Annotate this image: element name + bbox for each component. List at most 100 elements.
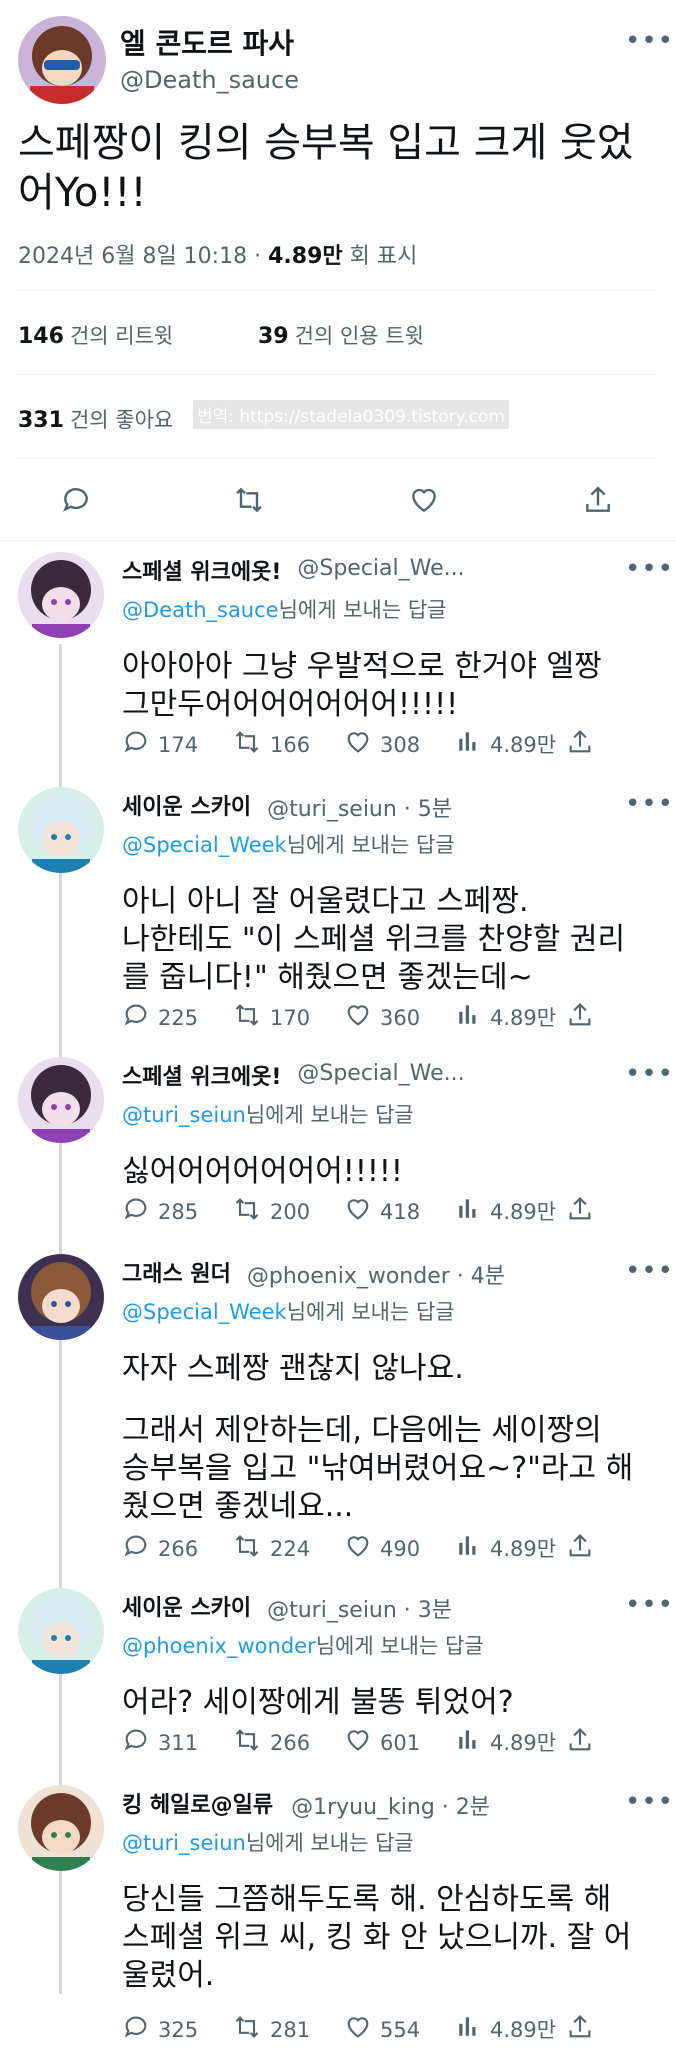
divider xyxy=(18,374,658,375)
avatar[interactable] xyxy=(18,552,104,638)
more-icon[interactable]: ••• xyxy=(625,1590,674,1620)
avatar[interactable] xyxy=(18,16,106,104)
like-count-button[interactable]: 360 xyxy=(344,1001,420,1034)
share-button[interactable] xyxy=(566,1532,602,1565)
display-name[interactable]: 킹 헤일로@일류 xyxy=(122,1787,273,1819)
share-button[interactable] xyxy=(566,728,602,761)
like-count-button[interactable]: 490 xyxy=(344,1532,420,1565)
quotes-stat[interactable]: 39 건의 인용 트윗 xyxy=(258,320,424,350)
views-count-button[interactable]: 4.89만 xyxy=(456,2013,556,2044)
views-count-button[interactable]: 4.89만 xyxy=(456,728,556,759)
reply-count-button[interactable]: 266 xyxy=(122,1532,198,1565)
tweet-text-line: 어Yo!!! xyxy=(18,170,147,216)
reply-to-handle[interactable]: @turi_seiun xyxy=(122,1831,246,1855)
more-icon[interactable]: ••• xyxy=(625,554,674,584)
more-icon[interactable]: ••• xyxy=(625,1787,674,1817)
retweet-icon xyxy=(232,1195,270,1228)
retweet-count: 224 xyxy=(270,1536,311,1561)
more-icon[interactable]: ••• xyxy=(625,1256,674,1286)
retweet-icon xyxy=(232,2013,270,2046)
reply-tweet[interactable]: 스페셜 위크에옷! @Special_We... ••• @Death_sauce님에… xyxy=(0,552,676,792)
handle[interactable]: @turi_seiun · 5분 xyxy=(267,791,452,823)
handle[interactable]: @1ryuu_king · 2분 xyxy=(291,1789,490,1821)
avatar[interactable] xyxy=(18,787,104,873)
retweet-icon xyxy=(232,1001,270,1034)
like-count-button[interactable]: 308 xyxy=(344,728,420,761)
reply-text: 아니 아니 잘 어울렸다고 스페짱. 나한테도 "이 스페셜 위크를 찬양할 권리… xyxy=(122,883,652,997)
views-icon xyxy=(456,1001,490,1032)
retweet-count: 170 xyxy=(270,1005,311,1030)
handle[interactable]: @turi_seiun · 3분 xyxy=(267,1592,452,1624)
retweet-count-button[interactable]: 166 xyxy=(232,728,310,761)
share-icon xyxy=(566,1195,602,1228)
reply-to-handle[interactable]: @turi_seiun xyxy=(122,1103,246,1127)
more-icon[interactable]: ••• xyxy=(625,789,674,819)
avatar[interactable] xyxy=(18,1254,104,1340)
reply-to-suffix: 님에게 보내는 답글 xyxy=(286,1300,455,1324)
handle[interactable]: @Special_We... xyxy=(297,1061,464,1086)
reply-icon xyxy=(122,2013,158,2046)
share-button[interactable] xyxy=(566,1726,602,1759)
share-button[interactable] xyxy=(566,1195,602,1228)
display-name[interactable]: 세이운 스카이 xyxy=(122,1590,251,1622)
display-name[interactable]: 엘 콘도르 파사 xyxy=(120,22,294,62)
share-button[interactable] xyxy=(566,1001,602,1034)
handle[interactable]: @Death_sauce xyxy=(120,66,299,94)
reply-text-line: 어라? 세이짱에게 불똥 튀었어? xyxy=(122,1685,514,1720)
reply-count-button[interactable]: 285 xyxy=(122,1195,198,1228)
divider xyxy=(0,540,676,541)
views-count-button[interactable]: 4.89만 xyxy=(456,1726,556,1757)
reply-icon[interactable] xyxy=(60,484,92,520)
display-name[interactable]: 그래스 원더 xyxy=(122,1256,231,1288)
display-name[interactable]: 스페셜 위크에옷! xyxy=(122,554,281,586)
display-name[interactable]: 세이운 스카이 xyxy=(122,789,251,821)
reply-count: 311 xyxy=(158,1730,199,1755)
heart-icon xyxy=(344,728,380,761)
divider xyxy=(18,458,658,459)
reply-tweet[interactable]: 그래스 원더 @phoenix_wonder · 4분 ••• @Special_We… xyxy=(0,1254,676,1561)
reply-tweet[interactable]: 킹 헤일로@일류 @1ryuu_king · 2분 ••• @turi_seiun님에… xyxy=(0,1785,676,2042)
avatar[interactable] xyxy=(18,1785,104,1871)
retweet-count-button[interactable]: 266 xyxy=(232,1726,310,1759)
retweet-count-button[interactable]: 200 xyxy=(232,1195,310,1228)
tweet-date[interactable]: 2024년 6월 8일 10:18 xyxy=(18,244,247,269)
reply-text-line: 줬으면 좋겠네요... xyxy=(122,1489,354,1524)
more-icon[interactable]: ••• xyxy=(625,1059,674,1089)
reply-count-button[interactable]: 311 xyxy=(122,1726,198,1759)
like-count-button[interactable]: 418 xyxy=(344,1195,420,1228)
share-icon xyxy=(566,1001,602,1034)
share-button[interactable] xyxy=(566,2013,602,2046)
display-name[interactable]: 스페셜 위크에옷! xyxy=(122,1059,281,1091)
like-count: 308 xyxy=(380,732,421,757)
retweet-count-button[interactable]: 224 xyxy=(232,1532,310,1565)
handle[interactable]: @phoenix_wonder · 4분 xyxy=(247,1258,505,1290)
reply-count-button[interactable]: 174 xyxy=(122,728,198,761)
retweet-count-button[interactable]: 170 xyxy=(232,1001,310,1034)
retweet-icon[interactable] xyxy=(232,484,266,520)
reply-to-handle[interactable]: @phoenix_wonder xyxy=(122,1634,316,1658)
reply-to-handle[interactable]: @Death_sauce xyxy=(122,598,279,622)
reply-count-button[interactable]: 225 xyxy=(122,1001,198,1034)
views-count-button[interactable]: 4.89만 xyxy=(456,1195,556,1226)
handle[interactable]: @Special_We... xyxy=(297,556,464,581)
avatar[interactable] xyxy=(18,1588,104,1674)
avatar[interactable] xyxy=(18,1057,104,1143)
more-icon[interactable]: ••• xyxy=(625,26,674,56)
reply-to-handle[interactable]: @Special_Week xyxy=(122,1300,287,1324)
likes-stat[interactable]: 331 건의 좋아요 xyxy=(18,404,173,434)
views-count-button[interactable]: 4.89만 xyxy=(456,1532,556,1563)
reply-count-button[interactable]: 325 xyxy=(122,2013,198,2046)
retweet-count-button[interactable]: 281 xyxy=(232,2013,310,2046)
like-count-button[interactable]: 554 xyxy=(344,2013,420,2046)
views-count-button[interactable]: 4.89만 xyxy=(456,1001,556,1032)
retweets-stat[interactable]: 146 건의 리트윗 xyxy=(18,320,173,350)
views-icon xyxy=(456,2013,490,2044)
reply-to-handle[interactable]: @Special_Week xyxy=(122,833,287,857)
like-count-button[interactable]: 601 xyxy=(344,1726,420,1759)
share-icon[interactable] xyxy=(582,484,614,520)
heart-icon[interactable] xyxy=(408,484,440,520)
reply-text-line: 그래서 제안하는데, 다음에는 세이짱의 xyxy=(122,1413,602,1448)
like-count: 601 xyxy=(380,1730,421,1755)
reply-tweet[interactable]: 세이운 스카이 @turi_seiun · 5분 ••• @Special_Week님… xyxy=(0,787,676,1030)
reply-icon xyxy=(122,1532,158,1565)
